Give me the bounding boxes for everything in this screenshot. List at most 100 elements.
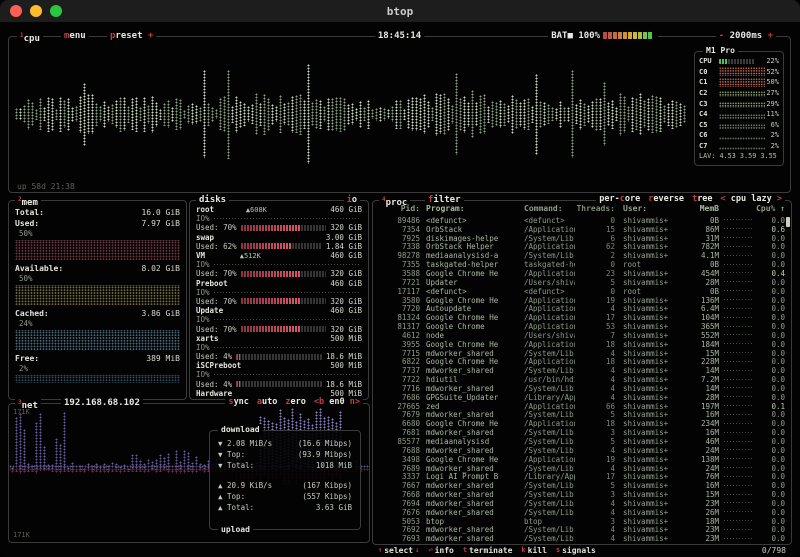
proc-row[interactable]: 7692mdworker_shared/System/Library/Frame…	[378, 526, 785, 535]
cpu-graph-column	[679, 103, 682, 126]
disk-used-meter	[241, 243, 322, 249]
core-value: 52%	[766, 68, 779, 76]
disk-name-row: Update460 GiB	[196, 306, 362, 315]
proc-box: 4proc filter per-core reverse tree < cpu…	[372, 200, 792, 545]
cpu-graph-column	[515, 99, 518, 129]
cpu-graph-column	[591, 101, 594, 128]
select-button[interactable]: ↑select↓	[378, 546, 419, 555]
load-average: LAV: 4.53 3.59 3.55	[695, 151, 783, 161]
header-user[interactable]: User:	[615, 204, 681, 213]
header-mem[interactable]: MemB	[681, 204, 719, 213]
refresh-rate-control[interactable]: - 2000ms +	[716, 30, 776, 42]
proc-row[interactable]: 7338OrbStack Helper/Applications/OrbStac…	[378, 243, 785, 252]
net-box: 3net 192.168.68.102 sync auto zero <b en…	[8, 403, 370, 543]
cpu-graph-column	[15, 108, 18, 120]
menu-button[interactable]: menu	[61, 30, 89, 42]
proc-row[interactable]: 3955Google Chrome He/Applications/Google…	[378, 340, 785, 349]
upload-stat-row-label: ▲ 20.9 KiB/s	[218, 481, 272, 490]
sort-selector[interactable]: < cpu lazy >	[721, 194, 782, 204]
disk-used-value: 320 GiB	[330, 223, 362, 232]
proc-cpu-mini-graph	[723, 395, 753, 399]
proc-row[interactable]: 7354OrbStack/Applications/OrbStack.app/C…	[378, 225, 785, 234]
proc-row[interactable]: 7721Updater/Users/shivammishra/Library/C…	[378, 278, 785, 287]
core-row: C62%	[695, 130, 783, 141]
proc-row[interactable]: 7667mdworker_shared/System/Library/Frame…	[378, 481, 785, 490]
close-button-icon[interactable]	[10, 5, 22, 17]
minimize-button-icon[interactable]	[30, 5, 42, 17]
info-button[interactable]: ⏎info	[428, 546, 453, 555]
proc-row[interactable]: 7679mdworker_shared/System/Library/Frame…	[378, 411, 785, 420]
cpu-total-row: CPU22%	[695, 56, 783, 67]
proc-row[interactable]: 98278mediaanalysisd-a/System/Library/Pri…	[378, 251, 785, 260]
proc-cpu-mini-graph	[723, 528, 753, 532]
proc-row[interactable]: 5053btopbtop3shivammis+18M0.0	[378, 517, 785, 526]
maximize-button-icon[interactable]	[50, 5, 62, 17]
cpu-graph-column	[35, 109, 38, 120]
proc-row[interactable]: 7722hdiutil/usr/bin/hdiutil attach /User…	[378, 375, 785, 384]
proc-row[interactable]: 81324Google Chrome He/Applications/Googl…	[378, 313, 785, 322]
cpu-graph-column	[223, 96, 226, 132]
core-row: C329%	[695, 98, 783, 109]
disks-box-title[interactable]: disks	[196, 194, 229, 206]
cpu-graph-column	[547, 104, 550, 124]
proc-row[interactable]: 7689mdworker_shared/System/Library/Frame…	[378, 464, 785, 473]
proc-row[interactable]: 7716mdworker_shared/System/Library/Frame…	[378, 384, 785, 393]
per-core-toggle[interactable]: per-core	[599, 194, 640, 204]
proc-row[interactable]: 7693mdworker_shared/System/Library/Frame…	[378, 534, 785, 542]
header-command[interactable]: Command:	[524, 204, 575, 213]
header-program[interactable]: Program:	[420, 204, 524, 213]
cpu-graph-column	[139, 107, 142, 121]
proc-row[interactable]: 17117<defunct><defunct>0root0B0.0	[378, 287, 785, 296]
proc-row[interactable]: 7668mdworker_shared/System/Library/Frame…	[378, 490, 785, 499]
proc-cpu-mini-graph	[723, 236, 753, 240]
header-pid[interactable]: Pid:	[378, 204, 420, 213]
terminate-button[interactable]: tterminate	[463, 546, 513, 555]
cpu-graph-column	[603, 82, 606, 146]
cpu-box-title[interactable]: 1cpu	[17, 30, 43, 45]
net-graph-column	[115, 406, 118, 540]
proc-row[interactable]: 81317Google Chrome/Applications/Google C…	[378, 322, 785, 331]
cpu-graph-column	[371, 109, 374, 119]
cpu-graph-column	[91, 94, 94, 134]
mem-box-title[interactable]: 2mem	[15, 194, 41, 209]
cpu-graph-column	[159, 109, 162, 120]
header-threads[interactable]: Threads:	[575, 204, 615, 213]
proc-row[interactable]: 89486<defunct><defunct>0shivammis+0B0.0	[378, 216, 785, 225]
battery-block	[608, 32, 612, 39]
proc-scrollbar[interactable]	[786, 217, 790, 227]
cpu-graph-column	[171, 107, 174, 122]
proc-row[interactable]: 6822Google Chrome He/Applications/Google…	[378, 358, 785, 367]
signals-button[interactable]: ssignals	[556, 546, 596, 555]
tree-toggle[interactable]: tree	[692, 194, 712, 204]
proc-row[interactable]: 7676mdworker_shared/System/Library/Frame…	[378, 508, 785, 517]
proc-row[interactable]: 7688mdworker_shared/System/Library/Frame…	[378, 446, 785, 455]
proc-row[interactable]: 6680Google Chrome He/Applications/Google…	[378, 419, 785, 428]
proc-row[interactable]: 7720Autoupdate/Applications/OrbStack.app…	[378, 304, 785, 313]
proc-row[interactable]: 3588Google Chrome He/Applications/Google…	[378, 269, 785, 278]
net-graph-column	[151, 406, 154, 540]
reverse-toggle[interactable]: reverse	[648, 194, 684, 204]
cpu-graph-column	[123, 97, 126, 131]
cpu-graph-column	[71, 107, 74, 122]
header-cpu[interactable]: Cpu% ↑	[753, 204, 785, 213]
proc-row[interactable]: 3498Google Chrome He/Applications/Google…	[378, 455, 785, 464]
preset-button[interactable]: preset +	[107, 30, 156, 42]
proc-row[interactable]: 7715mdworker_shared/System/Library/Frame…	[378, 349, 785, 358]
cpu-total-meter	[719, 59, 755, 64]
cpu-graph-column	[503, 103, 506, 126]
proc-row[interactable]: 7686GPGSuite_Updater/Library/Application…	[378, 393, 785, 402]
proc-row[interactable]: 7694mdworker_shared/System/Library/Frame…	[378, 499, 785, 508]
proc-row[interactable]: 7681mdworker_shared/System/Library/Frame…	[378, 428, 785, 437]
proc-row[interactable]: 7737mdworker_shared/System/Library/Frame…	[378, 366, 785, 375]
disk-io-label: IO%	[196, 343, 210, 352]
io-mode-toggle[interactable]: io	[344, 194, 360, 206]
proc-row[interactable]: 27665zed/Applications/Zed Preview.app/Co…	[378, 402, 785, 411]
mem-section-value: 3.86 GiB	[141, 309, 180, 318]
proc-row[interactable]: 4612node/Users/shivammishra/Library/Cach…	[378, 331, 785, 340]
proc-row[interactable]: 85577mediaanalysisd/System/Library/Priva…	[378, 437, 785, 446]
proc-row[interactable]: 7925diskimages-helpe/System/Library/Priv…	[378, 234, 785, 243]
proc-row[interactable]: 3580Google Chrome He/Applications/Google…	[378, 296, 785, 305]
kill-button[interactable]: kkill	[521, 546, 546, 555]
proc-row[interactable]: 3337Logi AI Prompt B/Library/Application…	[378, 472, 785, 481]
proc-row[interactable]: 7355taskgated-helpertaskgated-helper0roo…	[378, 260, 785, 269]
